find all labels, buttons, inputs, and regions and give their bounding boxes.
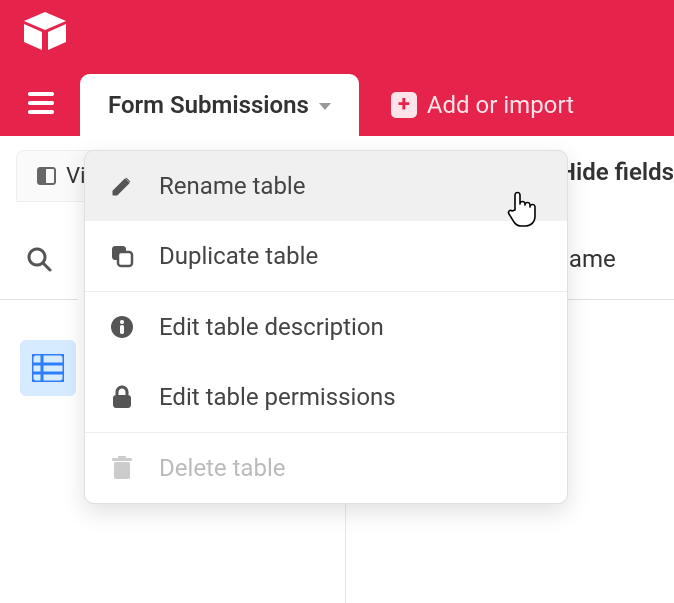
search-icon [26,246,52,272]
trash-icon [109,456,135,480]
menu-item-delete-table: Delete table [85,433,567,503]
chevron-down-icon [319,103,331,110]
search-button[interactable] [0,218,78,300]
menu-item-label: Edit table description [159,313,384,341]
grid-icon [32,354,64,382]
hamburger-menu-button[interactable] [28,92,54,118]
tab-label: Form Submissions [108,91,309,119]
hide-fields-label: Hide fields [559,158,674,186]
menu-item-rename-table[interactable]: Rename table [85,151,567,221]
app-logo [22,12,68,56]
info-icon [109,315,135,339]
menu-item-label: Edit table permissions [159,383,396,411]
menu-item-label: Rename table [159,172,306,200]
menu-item-edit-permissions[interactable]: Edit table permissions [85,362,567,432]
menu-item-edit-description[interactable]: Edit table description [85,292,567,362]
add-or-import-button[interactable]: + Add or import [359,74,594,136]
table-context-menu: Rename table Duplicate table Edit table … [84,150,568,504]
tab-form-submissions[interactable]: Form Submissions [80,74,359,136]
grid-view-badge[interactable] [20,340,76,396]
menu-item-label: Duplicate table [159,242,318,270]
duplicate-icon [109,244,135,268]
sidebar-icon [37,167,56,185]
plus-icon: + [391,92,417,118]
pencil-icon [109,175,135,197]
lock-icon [109,385,135,409]
add-or-import-label: Add or import [427,91,574,119]
menu-item-duplicate-table[interactable]: Duplicate table [85,221,567,291]
menu-item-label: Delete table [159,454,286,482]
